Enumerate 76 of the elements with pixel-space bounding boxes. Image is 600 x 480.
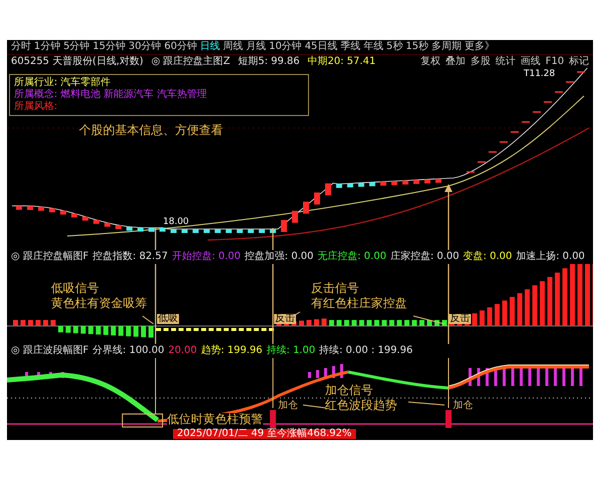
- signal-line: [448, 358, 449, 408]
- highlight-frame: [122, 414, 164, 428]
- period-tab[interactable]: 周线: [222, 42, 243, 52]
- annotation-text: 个股的基本信息、方便查看: [79, 124, 223, 136]
- period-tab[interactable]: 分时: [11, 42, 31, 52]
- price-label: 18.00: [163, 218, 189, 227]
- signal-bar: [446, 410, 452, 428]
- period-tab[interactable]: 月线: [246, 42, 266, 52]
- period-tab[interactable]: 1分钟: [34, 42, 60, 52]
- signal-label: 加仓: [453, 401, 473, 411]
- leader-line: [408, 402, 445, 406]
- indicator-value: 无庄控盘: 0.00: [318, 252, 386, 262]
- indicator-value: 趋势: 199.96: [200, 346, 262, 356]
- toolbar-button[interactable]: 叠加: [446, 56, 466, 66]
- indicator-value: 持续: 1.00: [266, 346, 316, 356]
- period-tab[interactable]: 30分钟: [128, 42, 162, 52]
- indicator-value: 分界线: 100.00: [92, 346, 164, 356]
- candlestick: [303, 202, 310, 214]
- leader-line: [142, 316, 154, 324]
- indicator-value: 中期20: 57.41: [308, 56, 376, 66]
- leader-line: [412, 316, 445, 324]
- annotation-text: 低吸信号: [51, 282, 100, 294]
- candlestick: [280, 220, 287, 232]
- annotation-text: 有红色柱庄家控盘: [311, 297, 407, 309]
- period-tab[interactable]: 更多》: [464, 42, 495, 52]
- annotation-text: 黄色柱有资金吸筹: [51, 297, 147, 309]
- period-tab[interactable]: 15分钟: [92, 42, 126, 52]
- period-tab[interactable]: 日线: [200, 42, 220, 52]
- period-tab[interactable]: 60分钟: [164, 42, 197, 52]
- indicator-value: 庄家控盘: 0.00: [390, 252, 460, 262]
- candlestick: [292, 210, 298, 223]
- period-tab[interactable]: 10分钟: [268, 42, 302, 52]
- signal-line: [155, 358, 156, 414]
- indicator-name: ◎ 跟庄控盘主图Z: [151, 56, 230, 66]
- signal-label: 加仓: [278, 401, 298, 411]
- annotation-text: 加仓信号: [325, 384, 374, 396]
- toolbar-button[interactable]: 画线: [520, 56, 541, 66]
- period-tab[interactable]: 15秒: [406, 42, 429, 52]
- info-line: 所属风格:: [14, 102, 58, 112]
- toolbar-button[interactable]: 统计: [496, 56, 516, 66]
- signal-line: [272, 358, 274, 408]
- toolbar-button[interactable]: F10: [546, 56, 564, 66]
- signal-line: [272, 228, 274, 250]
- indicator-value: 短期5: 99.86: [238, 56, 300, 66]
- indicator-value: 控盘加强: 0.00: [244, 252, 314, 262]
- period-tab[interactable]: 年线: [363, 42, 384, 52]
- candlestick: [325, 183, 332, 196]
- period-tab[interactable]: 45日线: [304, 42, 338, 52]
- annotation-text: 低位时黄色柱预警: [167, 413, 263, 425]
- annotation-text: 反击信号: [311, 282, 360, 294]
- signal-line: [154, 228, 156, 250]
- indicator-value: ◎ 跟庄控盘幅图F: [11, 252, 89, 262]
- toolbar-button[interactable]: 标记: [569, 56, 589, 66]
- leader-line: [302, 404, 327, 408]
- indicator-value: 持续: 0.00 : 199.96: [319, 346, 413, 356]
- toolbar-button[interactable]: 复权: [420, 56, 441, 66]
- period-tab[interactable]: 季线: [340, 42, 360, 52]
- info-line: 所属概念: 燃料电池 新能源汽车 汽车热管理: [14, 90, 208, 100]
- indicator-value: 开始控盘: 0.00: [172, 252, 241, 262]
- indicator-value: ◎ 跟庄波段幅图F: [11, 346, 89, 356]
- period-tab[interactable]: 多周期: [432, 42, 462, 52]
- period-tab[interactable]: 5分钟: [63, 42, 90, 52]
- candlestick: [314, 192, 320, 204]
- stock-title: 605255 天普股份(日线,对数): [11, 56, 144, 66]
- signal-bar: [270, 410, 276, 428]
- signal-arrow: [444, 184, 453, 250]
- toolbar-button[interactable]: 多股: [470, 56, 491, 66]
- indicator-value: 控盘指数: 82.57: [92, 252, 168, 262]
- indicator-value: 20.00: [168, 346, 197, 356]
- gain-label: 2025/07/01/二 49 至今涨幅468.92%: [173, 429, 356, 439]
- price-label: T11.28: [524, 70, 555, 79]
- period-tab[interactable]: 5秒: [386, 42, 403, 52]
- annotation-text: 红色波段趋势: [325, 399, 397, 411]
- info-line: 所属行业: 汽车零部件: [14, 78, 112, 88]
- indicator-value: 变盘: 0.00: [463, 252, 512, 262]
- indicator-value: 加速上扬: 0.00: [516, 252, 585, 262]
